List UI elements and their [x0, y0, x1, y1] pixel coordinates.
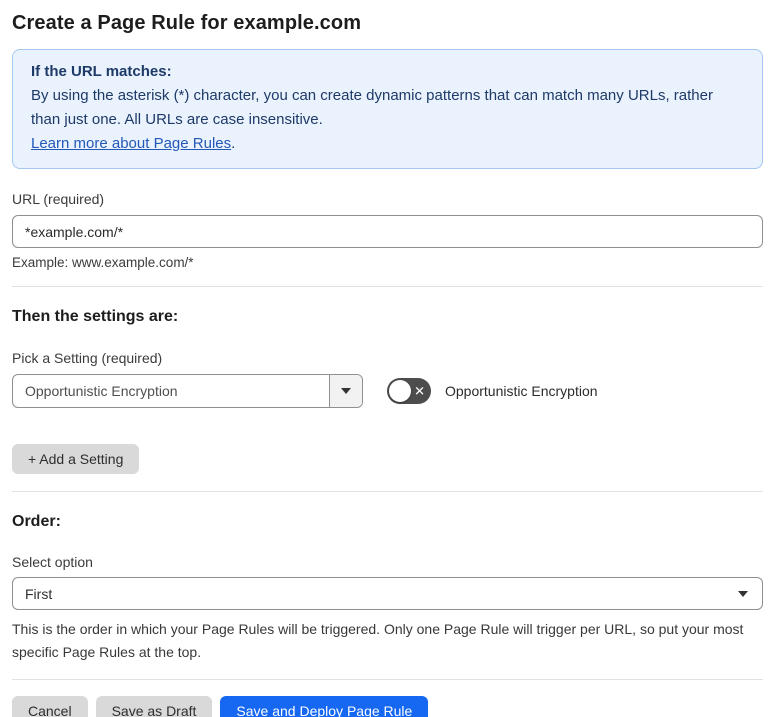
setting-dropdown[interactable]: Opportunistic Encryption: [12, 374, 363, 408]
settings-section-heading: Then the settings are:: [12, 308, 179, 325]
order-select[interactable]: First: [12, 577, 763, 610]
save-as-draft-button[interactable]: Save as Draft: [95, 696, 213, 717]
setting-dropdown-arrow-button[interactable]: [329, 375, 362, 407]
info-box-heading: If the URL matches:: [31, 63, 172, 80]
toggle-label: Opportunistic Encryption: [445, 383, 598, 399]
footer-actions: Cancel Save as Draft Save and Deploy Pag…: [12, 679, 763, 717]
url-example-text: Example: www.example.com/*: [12, 255, 194, 270]
order-select-label: Select option: [12, 554, 93, 570]
setting-row: Opportunistic Encryption ✕ Opportunistic…: [12, 374, 763, 408]
add-setting-button[interactable]: + Add a Setting: [12, 444, 140, 474]
chevron-down-icon: [341, 388, 351, 394]
pick-setting-label: Pick a Setting (required): [12, 350, 163, 366]
page-title: Create a Page Rule for example.com: [12, 12, 362, 34]
toggle-off-x-icon: ✕: [414, 383, 425, 399]
link-period: .: [231, 135, 236, 152]
url-field-label: URL (required): [12, 191, 105, 207]
learn-more-link[interactable]: Learn more about Page Rules: [31, 135, 231, 152]
url-matches-info-box: If the URL matches: By using the asteris…: [12, 49, 763, 169]
setting-dropdown-value: Opportunistic Encryption: [25, 383, 178, 399]
chevron-down-icon: [738, 590, 748, 597]
section-divider: [12, 491, 763, 492]
order-select-value: First: [25, 585, 53, 602]
cancel-button[interactable]: Cancel: [12, 696, 88, 717]
save-and-deploy-button[interactable]: Save and Deploy Page Rule: [220, 696, 429, 717]
toggle-knob: [389, 380, 411, 402]
info-box-body-text: By using the asterisk (*) character, you…: [31, 87, 713, 128]
toggle-group: ✕ Opportunistic Encryption: [387, 378, 598, 404]
create-page-rule-panel: Create a Page Rule for example.com If th…: [0, 0, 775, 717]
opportunistic-encryption-toggle[interactable]: ✕: [387, 378, 431, 404]
order-section-heading: Order:: [12, 513, 61, 530]
url-input[interactable]: [12, 215, 763, 248]
info-box-body: By using the asterisk (*) character, you…: [31, 84, 744, 156]
section-divider: [12, 286, 763, 287]
order-help-text: This is the order in which your Page Rul…: [12, 621, 744, 660]
